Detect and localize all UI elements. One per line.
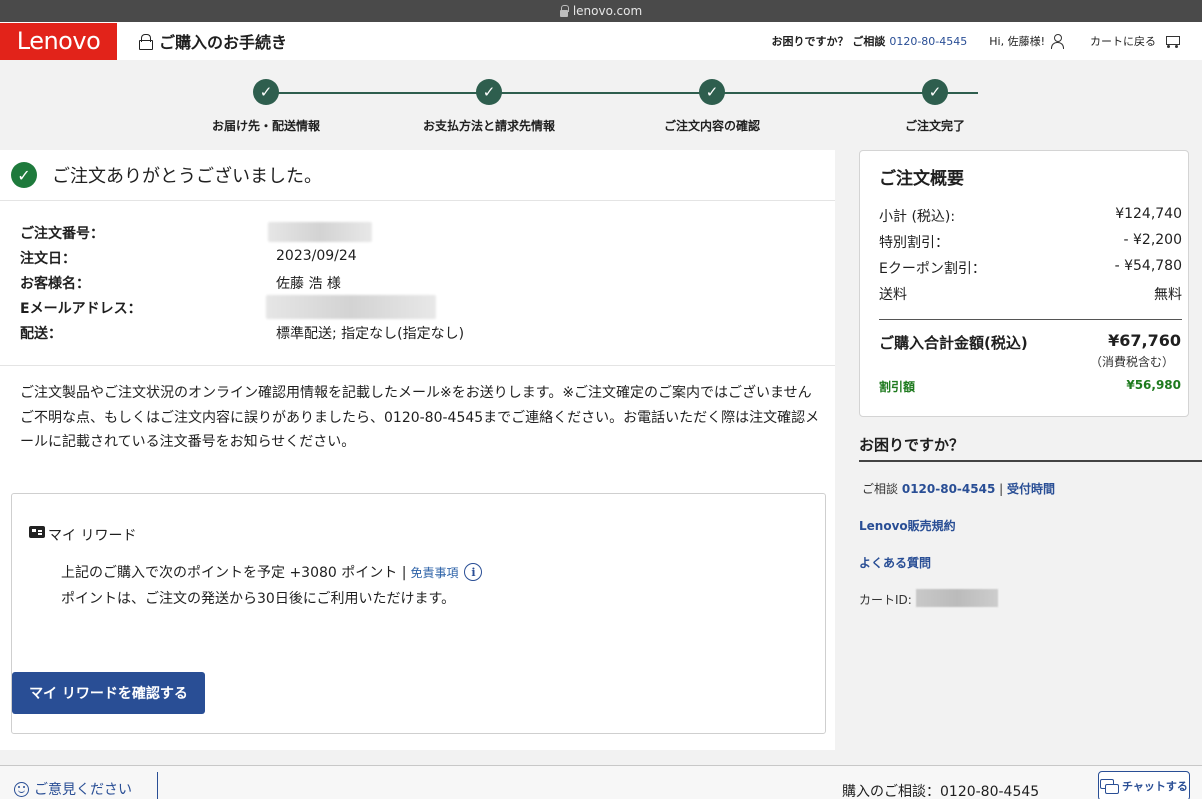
discount-label: 割引額 — [879, 380, 916, 394]
site-header: Lenovo ご購入のお手続き お困りですか？ ご相談 0120-80-4545… — [0, 22, 1202, 60]
view-rewards-button[interactable]: マイ リワードを確認する — [12, 672, 205, 714]
help-divider — [859, 460, 1202, 462]
help-title: お困りですか？ — [859, 436, 965, 454]
business-hours-link[interactable]: 受付時間 — [1007, 482, 1055, 496]
feedback-link[interactable]: ご意見ください — [14, 779, 132, 799]
thank-you-message: ご注文ありがとうございました。 — [52, 166, 322, 187]
step-payment: ✓ お支払方法と請求先情報 — [379, 79, 599, 134]
terms-link[interactable]: Lenovo販売規約 — [859, 517, 956, 534]
tax-note: （消費税含む） — [1089, 355, 1174, 369]
rewards-availability: ポイントは、ご注文の発送から30日後にご利用いただけます。 — [61, 591, 456, 607]
summary-value: 無料 — [1154, 287, 1182, 303]
checkout-title: ご購入のお手続き — [159, 33, 288, 52]
summary-row-subtotal: 小計 (税込): ¥124,740 — [879, 206, 1182, 226]
rewards-title: マイ リワード — [48, 528, 137, 544]
step-review: ✓ ご注文内容の確認 — [602, 79, 822, 134]
cart-id-redacted — [916, 589, 998, 607]
discount-value: ¥56,980 — [1126, 378, 1181, 392]
chat-icon — [1100, 779, 1120, 794]
summary-label: 小計 (税込): — [879, 209, 956, 225]
browser-url-bar[interactable]: lenovo.com — [0, 0, 1202, 22]
customer-name-value: 佐藤 浩 様 — [276, 276, 341, 292]
confirmation-notice: ご注文製品やご注文状況のオンライン確認用情報を記載したメール※をお送りします。※… — [20, 385, 820, 450]
header-utility-nav: お困りですか？ ご相談 0120-80-4545 Hi, 佐藤様! カートに戻る — [771, 22, 1180, 60]
order-date-value: 2023/09/24 — [276, 248, 357, 264]
secure-lock-icon — [139, 34, 153, 50]
summary-label: Eクーポン割引： — [879, 261, 986, 277]
back-to-cart-link[interactable]: カートに戻る — [1090, 33, 1156, 49]
total-label: ご購入合計金額(税込) — [879, 334, 1028, 352]
email-redacted — [266, 295, 436, 319]
success-check-icon: ✓ — [11, 162, 37, 188]
summary-row-shipping: 送料 無料 — [879, 284, 1182, 304]
summary-row-special-discount: 特別割引： - ¥2,200 — [879, 232, 1182, 252]
customer-name-label: お客様名： — [20, 276, 90, 292]
step-label: お支払方法と請求先情報 — [422, 119, 555, 133]
step-complete: ✓ ご注文完了 — [825, 79, 1045, 134]
order-summary-card: ご注文概要 小計 (税込): ¥124,740 特別割引： - ¥2,200 E… — [859, 150, 1189, 417]
summary-divider — [879, 319, 1182, 320]
lock-icon — [559, 4, 569, 17]
url-text: lenovo.com — [572, 4, 643, 18]
footer-phone: 購入のご相談：0120-80-4545 — [842, 784, 1040, 799]
summary-label: 特別割引： — [879, 235, 949, 251]
faq-link[interactable]: よくある質問 — [859, 554, 931, 571]
header-help-text: お困りですか？ ご相談 — [771, 35, 886, 48]
chat-button[interactable]: チャットする — [1098, 771, 1190, 799]
my-rewards-card: マイ リワード 上記のご購入で次のポイントを予定 +3080 ポイント | 免責… — [11, 493, 826, 734]
step-label: ご注文完了 — [904, 119, 965, 133]
check-icon: ✓ — [253, 79, 279, 105]
cart-id-label: カートID: — [859, 593, 912, 607]
delivery-value: 標準配送; 指定なし(指定なし) — [276, 326, 465, 342]
id-card-icon — [29, 526, 45, 538]
check-icon: ✓ — [699, 79, 725, 105]
user-icon[interactable] — [1051, 34, 1064, 49]
disclaimer-link[interactable]: 免責事項 — [410, 564, 458, 581]
help-separator: | — [999, 482, 1004, 496]
summary-title: ご注文概要 — [879, 169, 964, 189]
user-greeting[interactable]: Hi, 佐藤様! — [989, 33, 1045, 49]
order-number-redacted — [268, 222, 372, 242]
thank-you-banner: ✓ ご注文ありがとうございました。 — [0, 150, 835, 201]
summary-row-ecoupon: Eクーポン割引： - ¥54,780 — [879, 258, 1182, 278]
chat-button-label: チャットする — [1122, 780, 1188, 793]
info-icon[interactable]: i — [464, 563, 483, 581]
order-number-label: ご注文番号： — [20, 226, 104, 242]
step-shipping: ✓ お届け先・配送情報 — [156, 79, 376, 134]
check-icon: ✓ — [476, 79, 502, 105]
feedback-label: ご意見ください — [34, 782, 132, 798]
order-date-label: 注文日： — [20, 251, 76, 267]
delivery-label: 配送： — [20, 326, 62, 342]
summary-value: - ¥2,200 — [1123, 232, 1183, 248]
check-icon: ✓ — [922, 79, 948, 105]
summary-value: - ¥54,780 — [1114, 258, 1182, 274]
email-label: Eメールアドレス： — [20, 301, 142, 317]
rewards-points-text: 上記のご購入で次のポイントを予定 +3080 ポイント | — [61, 565, 407, 581]
cart-icon[interactable] — [1164, 34, 1180, 48]
page-footer: ご意見ください 購入のご相談：0120-80-4545 チャットする — [0, 765, 1202, 799]
total-value: ¥67,760 — [1108, 331, 1181, 350]
summary-label: 送料 — [879, 287, 907, 303]
step-label: ご注文内容の確認 — [663, 119, 760, 133]
header-help-phone[interactable]: 0120-80-4545 — [889, 35, 967, 48]
help-contact: ご相談 0120-80-4545 | 受付時間 — [862, 480, 1055, 497]
order-confirmation-panel: ✓ ご注文ありがとうございました。 ご注文番号： 注文日： 2023/09/24… — [0, 150, 835, 750]
checkout-progress: ✓ お届け先・配送情報 ✓ お支払方法と請求先情報 ✓ ご注文内容の確認 ✓ ご… — [0, 60, 1202, 150]
help-contact-phone[interactable]: 0120-80-4545 — [902, 482, 995, 496]
smile-icon — [14, 781, 29, 797]
footer-divider — [157, 772, 158, 799]
rewards-points-line: 上記のご購入で次のポイントを予定 +3080 ポイント | 免責事項 i — [61, 562, 483, 582]
step-label: お届け先・配送情報 — [211, 119, 320, 133]
summary-value: ¥124,740 — [1115, 206, 1182, 222]
lenovo-logo[interactable]: Lenovo — [0, 22, 117, 60]
help-contact-prefix: ご相談 — [862, 482, 899, 496]
order-details: ご注文番号： 注文日： 2023/09/24 お客様名： 佐藤 浩 様 Eメール… — [0, 201, 835, 366]
